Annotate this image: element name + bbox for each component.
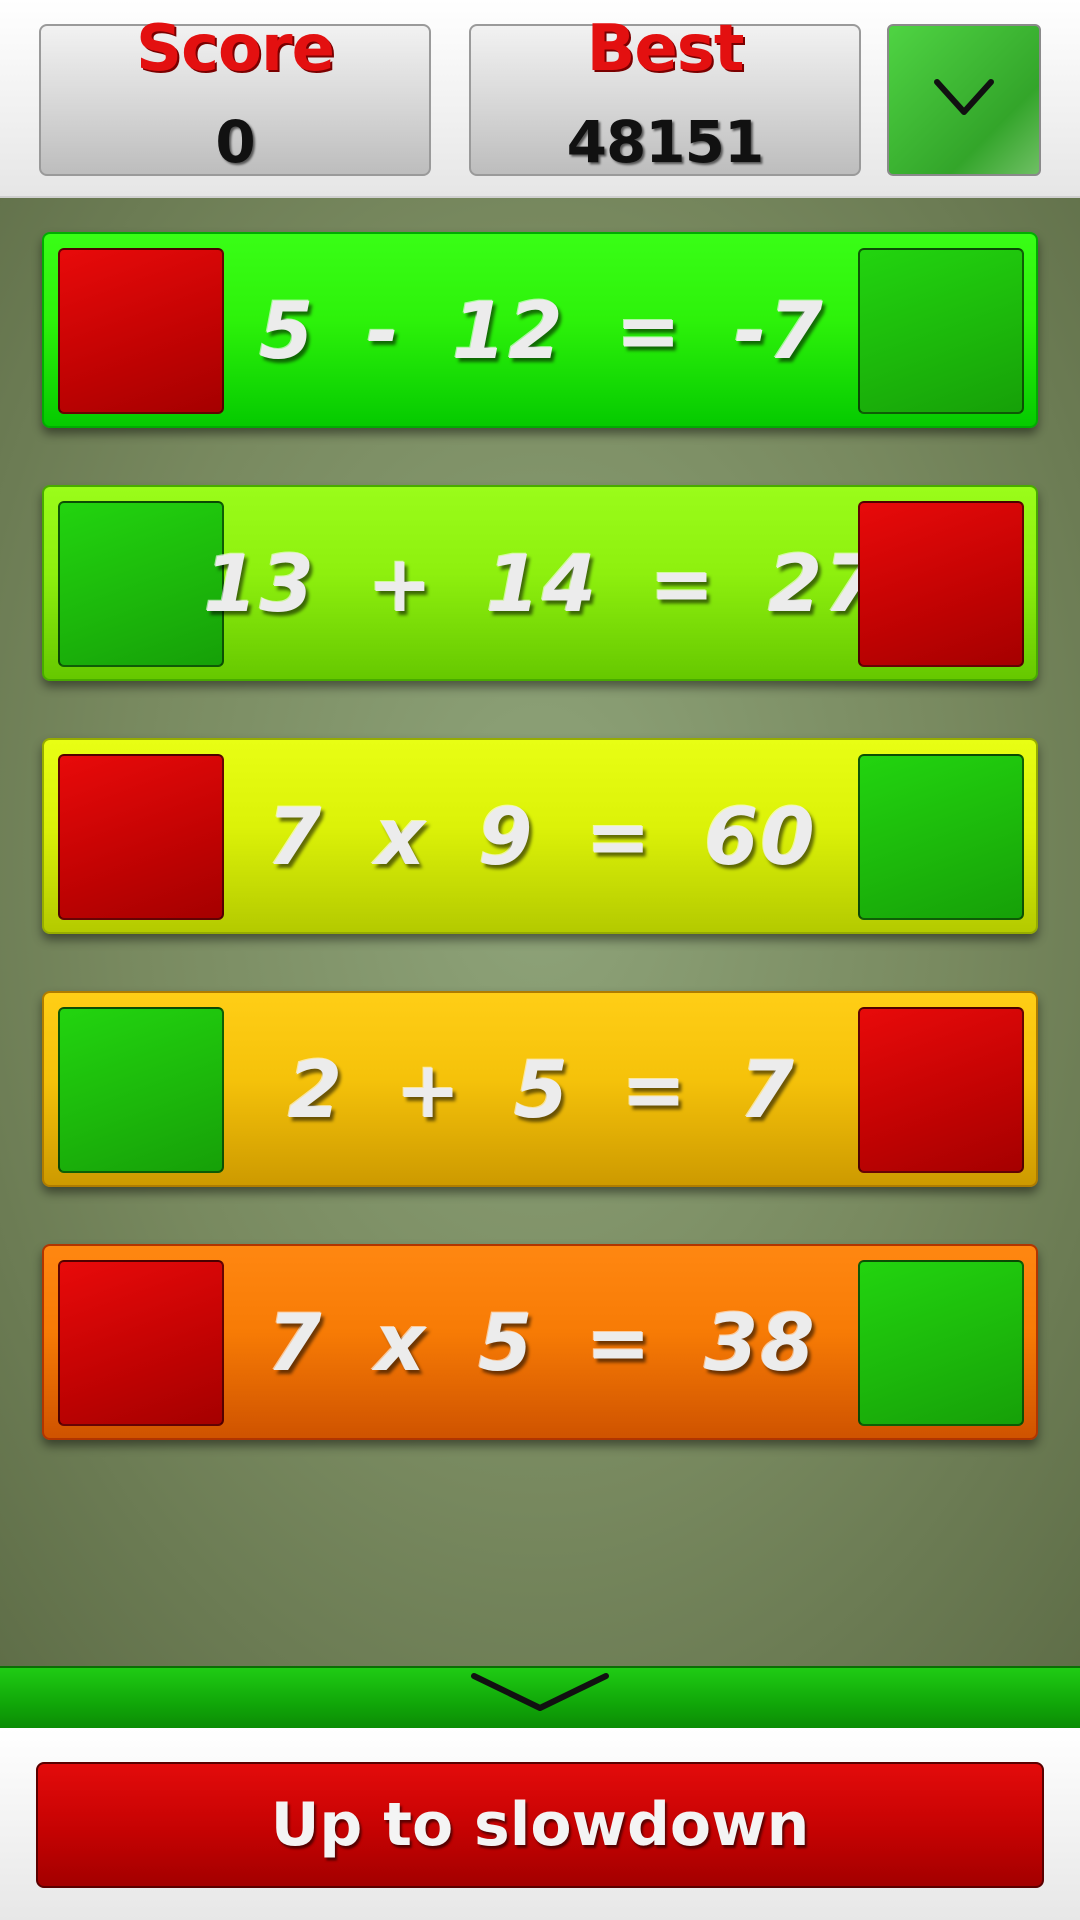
- best-value: 48151: [566, 108, 765, 176]
- left-red-tile[interactable]: [58, 248, 224, 414]
- equation-text: 7 x 9 = 60: [267, 793, 817, 883]
- equation-text: 13 + 14 = 27: [203, 540, 881, 630]
- left-green-tile[interactable]: [58, 1007, 224, 1173]
- equation-row: 7 x 9 = 60: [42, 738, 1038, 934]
- slowdown-label: Up to slowdown: [270, 1790, 810, 1860]
- equation-row: 13 + 14 = 27: [42, 485, 1038, 681]
- score-box: Score 0: [39, 12, 431, 176]
- equation-row: 2 + 5 = 7: [42, 991, 1038, 1187]
- play-area: 5 - 12 = -7 13 + 14 = 27 7 x 9 = 60 2 + …: [0, 198, 1080, 1666]
- chevron-down-icon: [471, 1673, 609, 1711]
- footer: Up to slowdown: [0, 1728, 1080, 1920]
- left-red-tile[interactable]: [58, 754, 224, 920]
- score-header: Score 0 Best 48151: [0, 0, 1080, 198]
- expand-bar[interactable]: [0, 1666, 1080, 1730]
- slowdown-button[interactable]: Up to slowdown: [36, 1762, 1044, 1888]
- left-red-tile[interactable]: [58, 1260, 224, 1426]
- menu-button[interactable]: [887, 24, 1041, 176]
- best-label: Best: [586, 12, 745, 86]
- equation-row: 5 - 12 = -7: [42, 232, 1038, 428]
- equation-text: 2 + 5 = 7: [287, 1046, 797, 1136]
- right-green-tile[interactable]: [858, 754, 1024, 920]
- score-label: Score: [136, 12, 335, 86]
- equation-row: 7 x 5 = 38: [42, 1244, 1038, 1440]
- right-green-tile[interactable]: [858, 248, 1024, 414]
- right-green-tile[interactable]: [858, 1260, 1024, 1426]
- chevron-down-icon: [934, 79, 994, 115]
- equation-text: 5 - 12 = -7: [259, 287, 825, 377]
- score-value: 0: [215, 108, 255, 176]
- best-box: Best 48151: [469, 12, 861, 176]
- equation-text: 7 x 5 = 38: [267, 1299, 817, 1389]
- right-red-tile[interactable]: [858, 1007, 1024, 1173]
- right-red-tile[interactable]: [858, 501, 1024, 667]
- left-green-tile[interactable]: [58, 501, 224, 667]
